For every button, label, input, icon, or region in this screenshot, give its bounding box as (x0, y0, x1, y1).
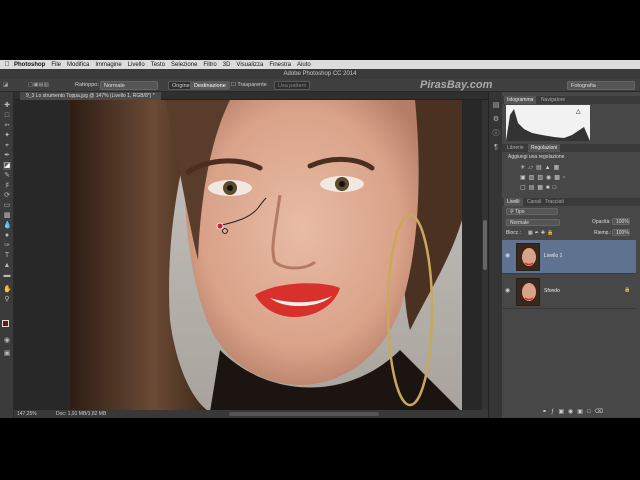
adjustment-icons-row3[interactable]: ▢▤▦■□ (520, 184, 559, 191)
patch-mode-select[interactable]: Normale (100, 81, 158, 90)
layer-row-sfondo[interactable]: ◉ Sfondo 🔒 (502, 275, 636, 309)
patch-tool-icon[interactable]: ◪ (3, 162, 11, 170)
menu-modifica[interactable]: Modifica (67, 62, 89, 68)
gradient-icon[interactable]: ▩ (3, 212, 11, 220)
brush-tool-icon[interactable]: ✎ (3, 172, 11, 180)
paragraph-panel-icon[interactable]: ¶ (492, 144, 500, 152)
selection-mode-icons[interactable]: ▢▣▤▥ (28, 81, 49, 90)
visibility-eye-icon[interactable]: ◉ (505, 287, 510, 294)
menu-testo[interactable]: Testo (151, 62, 165, 68)
menu-visualizza[interactable]: Visualizza (236, 62, 263, 68)
history-brush-icon[interactable]: ⟳ (3, 192, 11, 200)
path-select-icon[interactable]: ▲ (3, 262, 11, 270)
blend-mode-select[interactable]: Normale (506, 219, 560, 226)
histogram-warning-icon: △ (576, 109, 581, 115)
layer-row-livello1[interactable]: ◉ Livello 1 (502, 240, 636, 274)
blur-tool-icon[interactable]: 💧 (3, 222, 12, 230)
workspace-select[interactable]: Fotografia (567, 81, 635, 90)
use-pattern-button[interactable]: Usa pattern (274, 81, 311, 90)
type-tool-icon[interactable]: T (3, 252, 11, 260)
move-tool-icon[interactable]: ✚ (3, 102, 11, 110)
lock-icon: 🔒 (624, 287, 631, 293)
tab-navigatore[interactable]: Navigatore (538, 96, 568, 104)
menu-finestra[interactable]: Finestra (269, 62, 291, 68)
menu-immagine[interactable]: Immagine (95, 62, 121, 68)
lasso-tool-icon[interactable]: ➳ (3, 122, 11, 130)
transparent-checkbox[interactable]: ☐ Trasparente (231, 81, 267, 90)
menu-selezione[interactable]: Selezione (171, 62, 197, 68)
tab-regolazioni[interactable]: Regolazioni (528, 144, 561, 152)
panel-dock: ▤ ⚙ ⓘ ¶ (488, 92, 502, 418)
window-title: Adobe Photoshop CC 2014 (0, 69, 640, 79)
transparent-label: Trasparente (237, 82, 267, 88)
status-bar: 147,25% Doc: 1,91 MB/3,82 MB (14, 410, 488, 418)
menu-file[interactable]: File (51, 62, 61, 68)
menu-3d[interactable]: 3D (223, 62, 231, 68)
zoom-level[interactable]: 147,25% (17, 410, 37, 418)
kind-filter-select[interactable]: ⚲ Tipo (506, 208, 558, 215)
lock-icons[interactable]: ▦✒✚🔒 (528, 230, 555, 236)
layers-tabs: Livelli Canali Tracciati (502, 198, 640, 206)
fill-field[interactable]: 100% (612, 229, 630, 236)
tab-livelli[interactable]: Livelli (504, 198, 523, 206)
eraser-icon[interactable]: ▭ (3, 202, 11, 210)
lock-label: Blocc.: (506, 230, 522, 236)
info-panel-icon[interactable]: ⓘ (492, 130, 500, 138)
kind-filter-value: Tipo (514, 209, 525, 215)
crop-tool-icon[interactable]: ⌖ (3, 142, 11, 150)
histogram-graph: △ (506, 105, 590, 141)
patch-label: Rattoppo: (75, 82, 99, 88)
document-tab[interactable]: 9_3 Lo strumento Toppa.jpg @ 147% (Livel… (20, 92, 161, 100)
opacity-field[interactable]: 100% (612, 218, 630, 225)
adjustment-icons-row2[interactable]: ▣▧▨◉▩▫ (520, 174, 568, 181)
histogram-tabs: Istogramma Navigatore (502, 96, 640, 104)
adjustments-tabs: Librerie Regolazioni (502, 144, 640, 152)
doc-size: Doc: 1,91 MB/3,82 MB (56, 411, 107, 417)
tab-tracciati[interactable]: Tracciati (542, 198, 567, 206)
dodge-tool-icon[interactable]: ● (3, 232, 11, 240)
quick-select-icon[interactable]: ✦ (3, 132, 11, 140)
tab-librerie[interactable]: Librerie (504, 144, 527, 152)
opacity-label: Opacità: (592, 219, 611, 225)
patch-tool-icon[interactable]: ◪ (3, 81, 8, 90)
adjust-title: Aggiungi una regolazione (508, 154, 565, 160)
horizontal-scrollbar[interactable] (229, 412, 379, 416)
foreground-color-swatch[interactable] (2, 320, 9, 327)
menu-livello[interactable]: Livello (128, 62, 145, 68)
adjustment-icons-row1[interactable]: ☀▱▤▲▦ (520, 164, 562, 171)
fill-label: Riemp.: (594, 230, 612, 236)
layer-name[interactable]: Livello 1 (544, 253, 562, 259)
menu-bar:  Photoshop File Modifica Immagine Livel… (0, 60, 640, 69)
layer-name[interactable]: Sfondo (544, 288, 560, 294)
tools-panel: ✚ □ ➳ ✦ ⌖ ✒ ◪ ✎ ♯ ⟳ ▭ ▩ 💧 ● ✑ T ▲ ▬ ✋ ⚲ … (0, 92, 14, 418)
apple-icon[interactable]:  (0, 61, 14, 68)
visibility-eye-icon[interactable]: ◉ (505, 252, 510, 259)
menu-photoshop[interactable]: Photoshop (14, 62, 45, 68)
hand-tool-icon[interactable]: ✋ (3, 286, 12, 294)
marquee-tool-icon[interactable]: □ (3, 112, 11, 120)
layer-thumbnail (516, 278, 540, 306)
menu-filtro[interactable]: Filtro (203, 62, 216, 68)
portrait-photo[interactable] (70, 100, 462, 412)
screen-mode-icon[interactable]: ▣ (3, 350, 11, 358)
watermark: PirasBay.com (420, 79, 493, 91)
options-bar: ◪ ▢▣▤▥ Rattoppo: Normale Origine Destina… (0, 79, 640, 92)
right-panels: Istogramma Navigatore △ Librerie Regolaz… (502, 92, 640, 418)
tab-istogramma[interactable]: Istogramma (504, 96, 537, 104)
eyedropper-icon[interactable]: ✒ (3, 152, 11, 160)
menu-aiuto[interactable]: Aiuto (297, 62, 311, 68)
destination-button[interactable]: Destinazione (190, 81, 230, 90)
history-panel-icon[interactable]: ▤ (492, 102, 500, 110)
layer-actions-bar[interactable]: ⚭ƒ▣◉▣□⌫ (542, 408, 607, 415)
clone-stamp-icon[interactable]: ♯ (3, 182, 11, 190)
shape-tool-icon[interactable]: ▬ (3, 272, 11, 280)
pen-tool-icon[interactable]: ✑ (3, 242, 11, 250)
zoom-tool-icon[interactable]: ⚲ (3, 296, 11, 304)
properties-panel-icon[interactable]: ⚙ (492, 116, 500, 124)
layer-thumbnail (516, 243, 540, 271)
quick-mask-icon[interactable]: ◉ (3, 337, 11, 345)
